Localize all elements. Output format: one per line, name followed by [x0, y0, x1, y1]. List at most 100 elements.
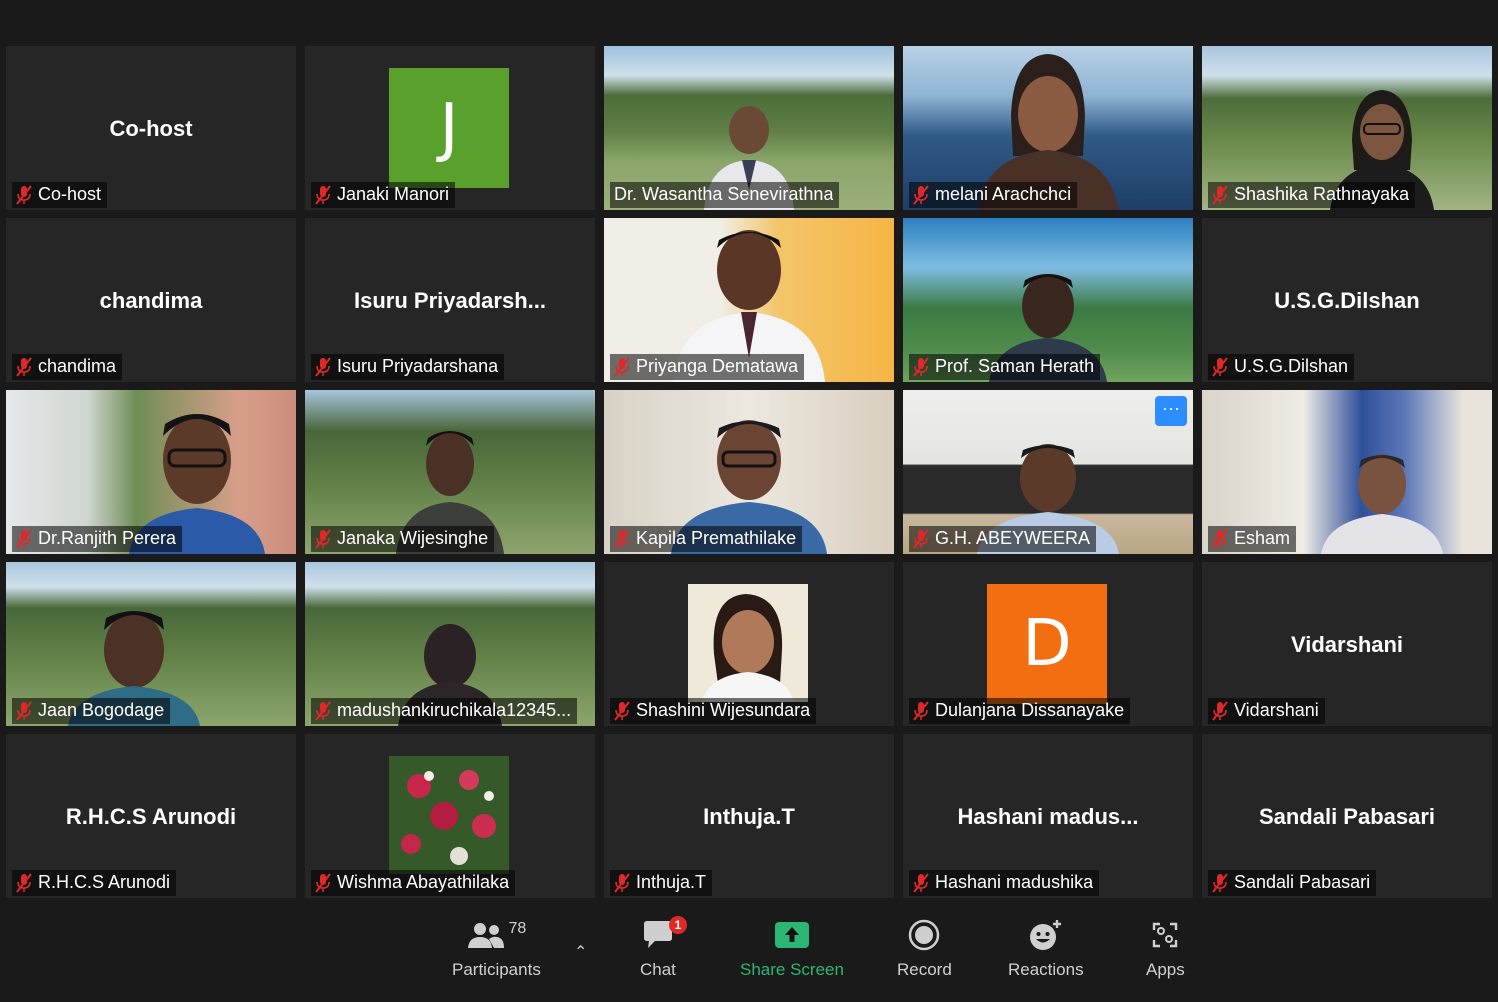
participant-tile[interactable]: R.H.C.S Arunodi R.H.C.S Arunodi — [6, 734, 296, 898]
participant-name: melani Arachchci — [935, 184, 1072, 204]
name-tag: Vidarshani — [1208, 698, 1325, 724]
mic-muted-icon — [913, 528, 929, 549]
participant-tile[interactable]: Sandali Pabasari Sandali Pabasari — [1202, 734, 1492, 898]
participant-tile[interactable]: Shashini Wijesundara — [604, 562, 894, 726]
name-tag: Co-host — [12, 182, 108, 208]
mic-muted-icon — [913, 700, 929, 721]
apps-label: Apps — [1146, 960, 1185, 979]
participant-name: Esham — [1234, 528, 1291, 548]
participant-tile[interactable]: D Dulanjana Dissanayake — [903, 562, 1193, 726]
participant-tile[interactable]: Shashika Rathnayaka — [1202, 46, 1492, 210]
name-tag: Esham — [1208, 526, 1297, 552]
participant-name: R.H.C.S Arunodi — [38, 872, 171, 892]
participant-tile[interactable]: U.S.G.Dilshan U.S.G.Dilshan — [1202, 218, 1492, 382]
share-screen-button[interactable]: Share Screen — [740, 914, 844, 980]
participant-name: Priyanga Dematawa — [636, 356, 799, 376]
participant-name: Janaka Wijesinghe — [337, 528, 489, 548]
participant-tile[interactable]: Isuru Priyadarsh... Isuru Priyadarshana — [305, 218, 595, 382]
name-tag: Jaan Bogodage — [12, 698, 171, 724]
name-tag: Isuru Priyadarshana — [311, 354, 505, 380]
participant-name: Hashani madushika — [935, 872, 1094, 892]
chat-notification-badge: 1 — [668, 916, 687, 934]
mic-muted-icon — [16, 872, 32, 893]
share-screen-label: Share Screen — [740, 960, 844, 979]
participant-tile[interactable]: ··· G.H. ABEYWEERA — [903, 390, 1193, 554]
mic-muted-icon — [16, 356, 32, 377]
name-tag: Kapila Premathilake — [610, 526, 803, 552]
participant-tile[interactable]: Hashani madus... Hashani madushika — [903, 734, 1193, 898]
participant-tile[interactable]: Prof. Saman Herath — [903, 218, 1193, 382]
chevron-up-icon[interactable]: ⌃ — [574, 942, 587, 962]
name-tag: R.H.C.S Arunodi — [12, 870, 177, 896]
record-button[interactable]: Record — [897, 914, 952, 980]
participant-tile[interactable]: Co-host Co-host — [6, 46, 296, 210]
name-tag: Hashani madushika — [909, 870, 1100, 896]
mic-muted-icon — [1212, 184, 1228, 205]
record-label: Record — [897, 960, 952, 979]
name-tag: Shashini Wijesundara — [610, 698, 817, 724]
participant-tile[interactable]: Kapila Premathilake — [604, 390, 894, 554]
mic-muted-icon — [315, 356, 331, 377]
participant-name: Shashini Wijesundara — [636, 700, 811, 720]
apps-button[interactable]: Apps — [1146, 914, 1185, 980]
mic-muted-icon — [315, 184, 331, 205]
participant-name: Prof. Saman Herath — [935, 356, 1095, 376]
share-screen-icon — [774, 921, 810, 954]
participants-icon — [467, 920, 505, 955]
name-tag: Shashika Rathnayaka — [1208, 182, 1416, 208]
meeting-toolbar: 78 Participants ⌃ 1 Chat Share Screen Re… — [0, 906, 1498, 1002]
participant-tile[interactable]: Inthuja.T Inthuja.T — [604, 734, 894, 898]
participant-tile[interactable]: Wishma Abayathilaka — [305, 734, 595, 898]
reactions-icon — [1028, 918, 1064, 957]
participant-name: Isuru Priyadarshana — [337, 356, 499, 376]
participants-button[interactable]: 78 Participants — [452, 914, 541, 980]
participant-name: Dr.Ranjith Perera — [38, 528, 177, 548]
participant-display-name: U.S.G.Dilshan — [1274, 288, 1420, 313]
participant-tile[interactable]: Janaka Wijesinghe — [305, 390, 595, 554]
participant-display-name: Sandali Pabasari — [1258, 804, 1436, 829]
participant-display-name: Isuru Priyadarsh... — [354, 288, 546, 313]
participant-display-name: Vidarshani — [1290, 632, 1404, 657]
name-tag: Janaki Manori — [311, 182, 456, 208]
participant-tile[interactable]: melani Arachchci — [903, 46, 1193, 210]
participant-name: G.H. ABEYWEERA — [935, 528, 1091, 548]
participant-name: chandima — [38, 356, 117, 376]
participant-tile[interactable]: J Janaki Manori — [305, 46, 595, 210]
participants-label: Participants — [452, 960, 541, 979]
participant-tile[interactable]: Esham — [1202, 390, 1492, 554]
mic-muted-icon — [16, 528, 32, 549]
mic-muted-icon — [614, 700, 630, 721]
participant-tile[interactable]: Jaan Bogodage — [6, 562, 296, 726]
profile-picture — [389, 756, 509, 874]
participants-count: 78 — [508, 920, 527, 937]
mic-muted-icon — [614, 356, 630, 377]
apps-icon — [1150, 920, 1180, 955]
name-tag: Prof. Saman Herath — [909, 354, 1101, 380]
participant-tile[interactable]: Vidarshani Vidarshani — [1202, 562, 1492, 726]
mic-muted-icon — [315, 528, 331, 549]
participant-tile[interactable]: chandima chandima — [6, 218, 296, 382]
mic-muted-icon — [1212, 700, 1228, 721]
participant-name: U.S.G.Dilshan — [1234, 356, 1349, 376]
name-tag: Janaka Wijesinghe — [311, 526, 495, 552]
name-tag: U.S.G.Dilshan — [1208, 354, 1355, 380]
participant-name: Co-host — [38, 184, 102, 204]
participant-name: Vidarshani — [1234, 700, 1319, 720]
participant-display-name: Inthuja.T — [703, 804, 795, 829]
participant-name: Inthuja.T — [636, 872, 707, 892]
participant-tile[interactable]: madushankiruchikala12345... — [305, 562, 595, 726]
mic-muted-icon — [1212, 528, 1228, 549]
more-options-button[interactable]: ··· — [1155, 396, 1187, 426]
participant-display-name: Hashani madus... — [957, 804, 1139, 829]
participant-tile[interactable]: Priyanga Dematawa — [604, 218, 894, 382]
chat-button[interactable]: 1 Chat — [640, 914, 687, 980]
participant-tile-active-speaker[interactable]: Dr. Wasantha Senevirathna — [604, 46, 894, 210]
mic-muted-icon — [1212, 872, 1228, 893]
participant-tile[interactable]: Dr.Ranjith Perera — [6, 390, 296, 554]
reactions-button[interactable]: Reactions — [1008, 914, 1084, 980]
name-tag: Inthuja.T — [610, 870, 713, 896]
avatar: D — [987, 584, 1107, 704]
record-icon — [908, 919, 940, 956]
mic-muted-icon — [16, 700, 32, 721]
mic-muted-icon — [315, 700, 331, 721]
